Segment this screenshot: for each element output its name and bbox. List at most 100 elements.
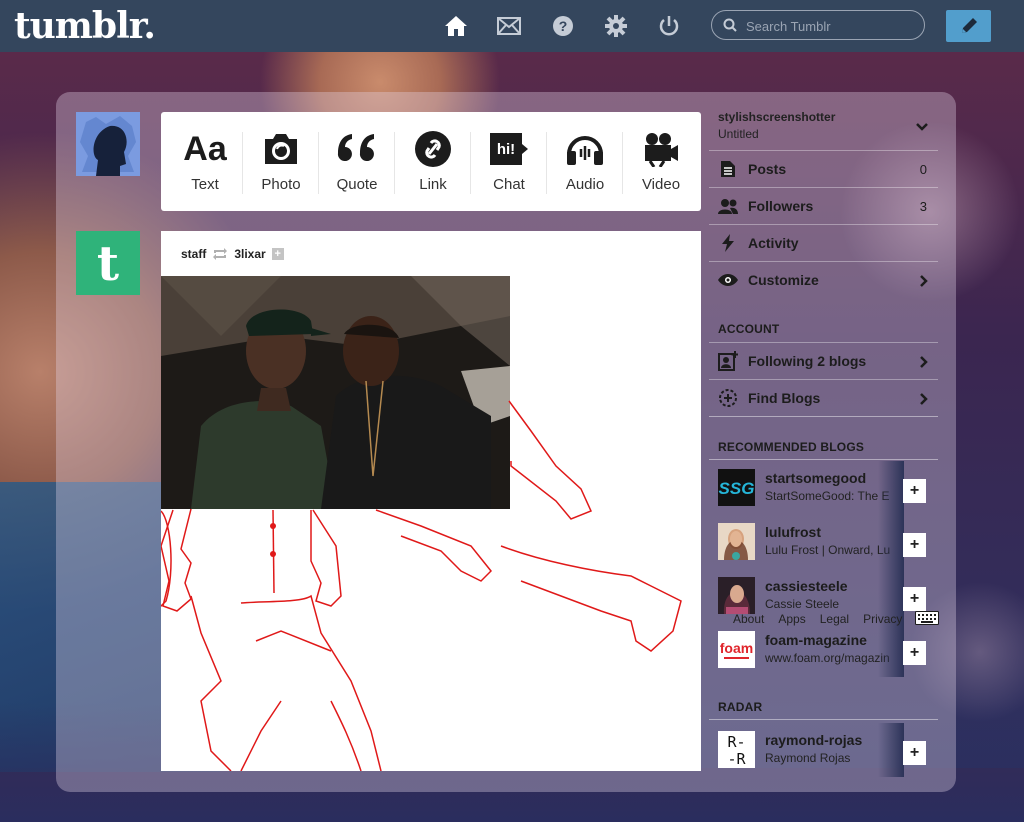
sidebar-item-customize[interactable]: Customize	[709, 261, 938, 298]
blog-avatar	[718, 523, 755, 560]
tumblr-t-icon: t	[97, 238, 119, 288]
red-line-drawing	[161, 400, 682, 771]
account-section-header: ACCOUNT	[718, 322, 780, 336]
chevron-right-icon	[920, 392, 928, 410]
footer-link-apps[interactable]: Apps	[778, 612, 805, 626]
followers-icon	[718, 197, 738, 215]
search-input[interactable]	[744, 16, 918, 36]
post-type-label: Quote	[336, 176, 378, 193]
svg-text:?: ?	[559, 18, 568, 34]
following-icon	[718, 351, 738, 371]
radar-blog-item[interactable]: R- -R raymond-rojas Raymond Rojas +	[718, 723, 938, 777]
compose-post-button[interactable]	[946, 10, 991, 42]
follow-button[interactable]: +	[903, 641, 926, 665]
sidebar-item-label: Find Blogs	[748, 390, 821, 406]
sidebar-item-find-blogs[interactable]: Find Blogs	[709, 379, 938, 416]
account-switcher[interactable]: stylishscreenshotter Untitled	[718, 110, 938, 150]
follow-plus-icon[interactable]: +	[271, 248, 284, 260]
posts-icon	[718, 160, 738, 178]
lightning-icon	[718, 234, 738, 252]
sidebar-item-label: Activity	[748, 235, 799, 251]
find-blogs-icon	[718, 389, 738, 407]
power-icon[interactable]	[657, 14, 681, 38]
sidebar-item-following[interactable]: Following 2 blogs	[709, 342, 938, 379]
sidebar-item-label: Following 2 blogs	[748, 353, 867, 369]
footer-links: About Apps Legal Privacy	[733, 612, 902, 626]
post-author-link[interactable]: staff	[181, 247, 206, 261]
account-title: Untitled	[718, 127, 759, 141]
top-navigation-bar: tumblr. ?	[0, 0, 1024, 52]
recommended-blog-item[interactable]: SSG startsomegood StartSomeGood: The E +	[718, 461, 938, 515]
reblogged-post: staff 3lixar +	[161, 231, 701, 771]
gear-icon[interactable]	[604, 14, 628, 38]
footer-link-about[interactable]: About	[733, 612, 764, 626]
quote-icon	[319, 130, 395, 168]
chevron-down-icon[interactable]	[916, 118, 928, 136]
blog-avatar	[718, 577, 755, 614]
followers-count: 3	[919, 199, 927, 214]
user-avatar[interactable]	[76, 112, 140, 176]
chevron-right-icon	[920, 355, 928, 373]
pencil-icon	[961, 18, 977, 33]
chevron-right-icon	[920, 274, 928, 292]
blog-avatar: foam	[718, 631, 755, 668]
mail-icon[interactable]	[497, 14, 521, 38]
svg-text:foam: foam	[720, 640, 753, 656]
video-camera-icon	[623, 130, 699, 168]
follow-button[interactable]: +	[903, 533, 926, 557]
post-type-label: Photo	[261, 176, 301, 193]
follow-button[interactable]: +	[903, 587, 926, 611]
text-icon: Aa	[183, 129, 227, 168]
sidebar-item-activity[interactable]: Activity	[709, 224, 938, 261]
tumblr-logo[interactable]: tumblr.	[14, 5, 156, 47]
link-icon	[395, 130, 471, 168]
sidebar-item-label: Posts	[748, 161, 787, 177]
post-type-photo-button[interactable]: Photo	[243, 112, 319, 211]
post-type-chat-button[interactable]: hi! Chat	[471, 112, 547, 211]
recommended-blog-item[interactable]: cassiesteele Cassie Steele +	[718, 569, 938, 623]
post-type-audio-button[interactable]: Audio	[547, 112, 623, 211]
reblog-source-link[interactable]: 3lixar	[234, 247, 265, 261]
keyboard-shortcuts-icon[interactable]	[915, 611, 939, 625]
post-type-bar: Aa Text Photo Quote Link hi! Chat Audio …	[161, 112, 701, 211]
home-icon[interactable]	[444, 14, 468, 38]
sidebar-item-posts[interactable]: Posts 0	[709, 150, 938, 187]
recommended-blog-item[interactable]: foam foam-magazine www.foam.org/magazin …	[718, 623, 938, 677]
chat-icon: hi!	[471, 130, 547, 168]
svg-text:-R: -R	[727, 750, 746, 768]
posts-count: 0	[919, 162, 927, 177]
radar-section-header: RADAR	[718, 700, 763, 714]
account-username: stylishscreenshotter	[718, 110, 836, 124]
blog-avatar: SSG	[718, 469, 755, 506]
post-header: staff 3lixar +	[181, 247, 284, 261]
reblog-icon	[213, 248, 228, 260]
sidebar-item-followers[interactable]: Followers 3	[709, 187, 938, 224]
follow-button[interactable]: +	[903, 741, 926, 765]
eye-icon	[718, 271, 738, 289]
sidebar-item-label: Customize	[748, 272, 819, 288]
footer-link-legal[interactable]: Legal	[820, 612, 849, 626]
post-type-video-button[interactable]: Video	[623, 112, 699, 211]
post-type-label: Video	[641, 176, 681, 193]
search-box[interactable]	[711, 10, 925, 40]
help-icon[interactable]: ?	[551, 14, 575, 38]
recommended-blogs-header: RECOMMENDED BLOGS	[718, 440, 865, 454]
search-icon	[723, 18, 737, 37]
follow-button[interactable]: +	[903, 479, 926, 503]
sidebar-item-label: Followers	[748, 198, 814, 214]
headphones-icon	[547, 130, 623, 168]
post-type-quote-button[interactable]: Quote	[319, 112, 395, 211]
post-type-text-button[interactable]: Aa Text	[167, 112, 243, 211]
recommended-blog-item[interactable]: lulufrost Lulu Frost | Onward, Lu +	[718, 515, 938, 569]
footer-link-privacy[interactable]: Privacy	[863, 612, 902, 626]
staff-blog-avatar[interactable]: t	[76, 231, 140, 295]
post-type-label: Chat	[493, 176, 525, 193]
svg-text:SSG: SSG	[719, 479, 755, 498]
svg-text:hi!: hi!	[497, 141, 515, 158]
blog-avatar: R- -R	[718, 731, 755, 768]
post-type-label: Link	[419, 176, 447, 193]
svg-text:R-: R-	[727, 733, 745, 751]
post-type-link-button[interactable]: Link	[395, 112, 471, 211]
camera-icon	[243, 130, 319, 168]
post-type-label: Text	[191, 176, 219, 193]
